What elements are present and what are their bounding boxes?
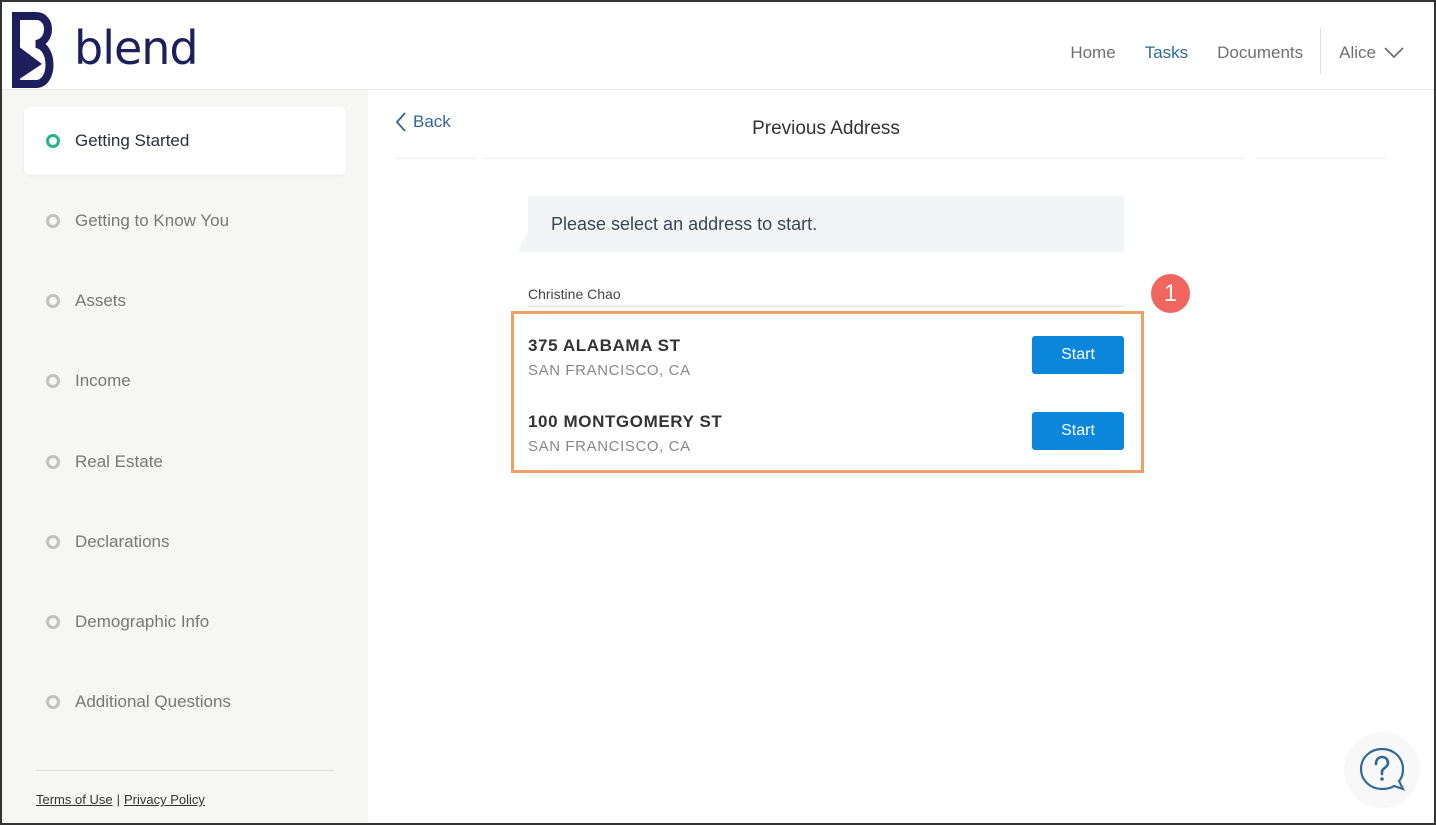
sidebar-divider [36, 770, 334, 771]
logo-text: blend [74, 21, 199, 75]
help-button[interactable] [1344, 732, 1420, 808]
step-status-icon [46, 134, 60, 148]
step-status-icon [46, 294, 60, 308]
chevron-down-icon [1384, 47, 1404, 59]
sidebar-item-declarations[interactable]: Declarations [24, 508, 346, 576]
sidebar-item-real-estate[interactable]: Real Estate [24, 428, 346, 496]
address-item: 375 ALABAMA ST SAN FRANCISCO, CA Start [528, 336, 1124, 400]
sidebar-item-label: Getting Started [75, 131, 190, 150]
sidebar-item-label: Assets [75, 291, 127, 310]
blend-logo[interactable]: blend [12, 12, 199, 88]
sidebar: Getting Started Getting to Know You Asse… [2, 90, 368, 823]
sidebar-item-label: Getting to Know You [75, 211, 230, 230]
page-title: Previous Address [752, 118, 900, 139]
blend-logo-icon [12, 12, 54, 88]
main-content: Back Previous Address Please select an a… [368, 90, 1434, 823]
prompt-message: Please select an address to start. [528, 196, 1124, 252]
address-street: 375 ALABAMA ST [528, 336, 681, 355]
sidebar-item-getting-to-know-you[interactable]: Getting to Know You [24, 187, 346, 255]
nav-home[interactable]: Home [1070, 43, 1115, 63]
top-header: blend Home Tasks Documents Alice [2, 2, 1434, 90]
footer-separator: | [116, 792, 120, 807]
address-city: SAN FRANCISCO, CA [528, 438, 691, 455]
sidebar-item-label: Additional Questions [75, 692, 231, 711]
borrower-name: Christine Chao [528, 286, 621, 302]
nav-documents[interactable]: Documents [1217, 43, 1303, 63]
step-status-icon [46, 615, 60, 629]
prompt-text: Please select an address to start. [551, 213, 818, 234]
privacy-policy-link[interactable]: Privacy Policy [124, 792, 205, 807]
step-status-icon [46, 455, 60, 469]
step-status-icon [46, 374, 60, 388]
annotation-badge: 1 [1151, 274, 1190, 313]
sidebar-item-assets[interactable]: Assets [24, 267, 346, 335]
sidebar-item-label: Demographic Info [75, 612, 210, 631]
top-nav: Home Tasks Documents Alice [1041, 28, 1404, 74]
sidebar-item-label: Real Estate [75, 452, 163, 471]
sidebar-item-demographic-info[interactable]: Demographic Info [24, 588, 346, 656]
start-button[interactable]: Start [1032, 336, 1124, 374]
step-status-icon [46, 535, 60, 549]
sidebar-item-label: Declarations [75, 532, 170, 551]
user-name: Alice [1339, 43, 1376, 62]
terms-of-use-link[interactable]: Terms of Use [36, 792, 113, 807]
nav-tasks[interactable]: Tasks [1145, 43, 1188, 63]
sidebar-item-income[interactable]: Income [24, 347, 346, 415]
address-city: SAN FRANCISCO, CA [528, 362, 691, 379]
nav-divider [1320, 28, 1322, 74]
help-chat-icon [1359, 747, 1406, 791]
title-divider [396, 158, 476, 159]
step-status-icon [46, 214, 60, 228]
address-street: 100 MONTGOMERY ST [528, 412, 723, 431]
sidebar-item-label: Income [75, 371, 131, 390]
sidebar-item-additional-questions[interactable]: Additional Questions [24, 668, 346, 736]
start-button[interactable]: Start [1032, 412, 1124, 450]
user-menu[interactable]: Alice [1339, 43, 1404, 63]
title-divider [1256, 158, 1386, 159]
address-item: 100 MONTGOMERY ST SAN FRANCISCO, CA Star… [528, 412, 1124, 476]
sidebar-footer: Terms of Use | Privacy Policy [36, 792, 205, 807]
sidebar-item-getting-started[interactable]: Getting Started [24, 107, 346, 175]
step-status-icon [46, 695, 60, 709]
title-divider [482, 158, 1244, 159]
borrower-divider [528, 306, 1124, 307]
